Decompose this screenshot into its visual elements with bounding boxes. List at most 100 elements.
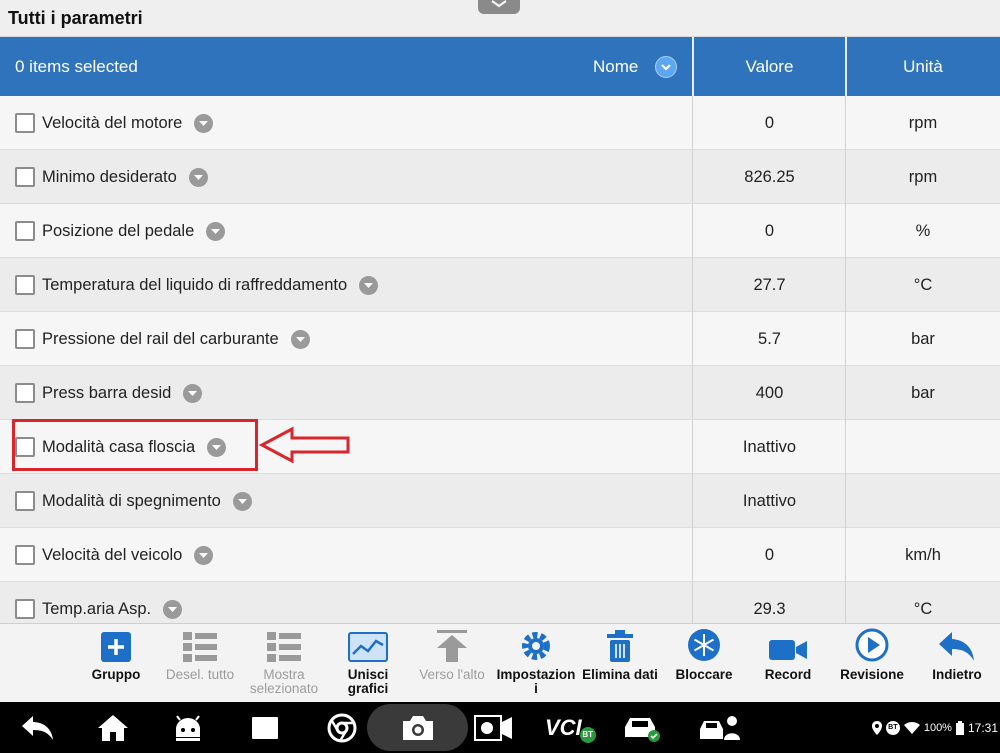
freeze-button[interactable]: Bloccare bbox=[661, 624, 747, 703]
vci-status[interactable]: VCI BT bbox=[545, 702, 596, 753]
row-checkbox[interactable] bbox=[15, 545, 35, 565]
bottom-toolbar: Gruppo Desel. tutto Mostra selezionato Un… bbox=[0, 623, 1000, 702]
show-selected-button[interactable]: Mostra selezionato bbox=[241, 624, 327, 703]
table-row[interactable]: Velocità del motore 0 rpm bbox=[0, 96, 1000, 150]
freeze-label: Bloccare bbox=[675, 667, 733, 682]
move-up-button[interactable]: Verso l'alto bbox=[409, 624, 495, 703]
table-row[interactable]: Modalità di spegnimento Inattivo bbox=[0, 474, 1000, 528]
parameter-list[interactable]: Velocità del motore 0 rpm Minimo desider… bbox=[0, 96, 1000, 623]
settings-button[interactable]: Impostazion i bbox=[493, 624, 579, 703]
screen-record-icon bbox=[474, 714, 512, 741]
back-button[interactable]: Indietro bbox=[914, 624, 1000, 703]
clear-data-button[interactable]: Elimina dati bbox=[577, 624, 663, 703]
table-row[interactable]: Temp.aria Asp. 29.3 °C bbox=[0, 582, 1000, 623]
review-button[interactable]: Revisione bbox=[829, 624, 915, 703]
column-header-value: Valore bbox=[745, 56, 794, 76]
snowflake-icon bbox=[688, 629, 720, 661]
parameter-unit: rpm bbox=[908, 167, 938, 186]
screen-record-button[interactable] bbox=[472, 702, 516, 753]
expand-info-icon[interactable] bbox=[188, 167, 208, 187]
camera-button[interactable] bbox=[398, 702, 438, 753]
expand-info-icon[interactable] bbox=[206, 221, 226, 241]
expand-info-icon[interactable] bbox=[163, 599, 183, 619]
status-indicators: BT 100% 17:31 bbox=[871, 702, 1000, 753]
car-check-icon bbox=[625, 717, 660, 742]
parameter-name: Minimo desiderato bbox=[42, 150, 208, 204]
column-header-name[interactable]: Nome bbox=[593, 37, 638, 96]
expand-info-icon[interactable] bbox=[194, 113, 214, 133]
browser-button[interactable] bbox=[322, 702, 362, 753]
move-up-label: Verso l'alto bbox=[419, 667, 485, 682]
android-icon bbox=[176, 714, 200, 741]
row-checkbox[interactable] bbox=[15, 491, 35, 511]
system-back-button[interactable] bbox=[18, 702, 58, 753]
table-row[interactable]: Velocità del veicolo 0 km/h bbox=[0, 528, 1000, 582]
system-home-button[interactable] bbox=[93, 702, 133, 753]
battery-icon bbox=[955, 720, 964, 735]
move-to-top-icon bbox=[437, 630, 467, 662]
parameter-label: Posizione del pedale bbox=[42, 221, 195, 240]
recent-apps-button[interactable] bbox=[245, 702, 285, 753]
remote-expert-button[interactable] bbox=[698, 702, 742, 753]
table-header: 0 items selected Nome Valore Unità bbox=[0, 37, 1000, 96]
vci-bt-badge: BT bbox=[579, 726, 596, 743]
back-arrow-icon bbox=[939, 632, 974, 661]
parameter-name: Pressione del rail del carburante bbox=[42, 312, 310, 366]
table-row[interactable]: Press barra desid 400 bar bbox=[0, 366, 1000, 420]
back-icon bbox=[22, 715, 53, 740]
parameter-unit: °C bbox=[913, 275, 933, 294]
settings-label: Impostazion bbox=[496, 667, 576, 682]
play-icon bbox=[855, 628, 889, 662]
table-row[interactable]: Temperatura del liquido di raffreddament… bbox=[0, 258, 1000, 312]
row-checkbox[interactable] bbox=[15, 329, 35, 349]
android-app-button[interactable] bbox=[168, 702, 208, 753]
row-checkbox[interactable] bbox=[15, 167, 35, 187]
parameter-name: Press barra desid bbox=[42, 366, 203, 420]
parameter-label: Temp.aria Asp. bbox=[42, 599, 152, 618]
merge-graphs-button[interactable]: Unisci grafici bbox=[325, 624, 411, 703]
vehicle-connected-button[interactable] bbox=[620, 702, 664, 753]
pull-down-handle[interactable] bbox=[478, 0, 520, 14]
parameter-name: Modalità di spegnimento bbox=[42, 474, 252, 528]
highlight-annotation-box bbox=[12, 419, 258, 471]
parameter-unit: rpm bbox=[908, 113, 938, 132]
row-checkbox[interactable] bbox=[15, 221, 35, 241]
show-selected-label: Mostra bbox=[263, 667, 305, 682]
expand-info-icon[interactable] bbox=[359, 275, 379, 295]
expand-info-icon[interactable] bbox=[290, 329, 310, 349]
group-label: Gruppo bbox=[91, 667, 141, 682]
chrome-icon bbox=[327, 713, 357, 742]
selection-count: 0 items selected bbox=[15, 56, 138, 76]
deselect-all-button[interactable]: Desel. tutto bbox=[157, 624, 243, 703]
row-checkbox[interactable] bbox=[15, 275, 35, 295]
merge-graphs-label-2: grafici bbox=[347, 681, 389, 696]
list-uncheck-icon bbox=[183, 632, 217, 662]
expand-info-icon[interactable] bbox=[183, 383, 203, 403]
plus-icon bbox=[101, 632, 131, 662]
sort-toggle-icon[interactable] bbox=[655, 56, 677, 78]
show-selected-label-2: selezionato bbox=[249, 681, 319, 696]
table-row[interactable]: Minimo desiderato 826.25 rpm bbox=[0, 150, 1000, 204]
row-checkbox[interactable] bbox=[15, 383, 35, 403]
row-checkbox[interactable] bbox=[15, 113, 35, 133]
wifi-icon bbox=[903, 721, 920, 734]
car-technician-icon bbox=[700, 715, 740, 740]
parameter-unit: bar bbox=[911, 383, 935, 402]
parameter-unit bbox=[846, 474, 1000, 528]
row-checkbox[interactable] bbox=[15, 599, 35, 619]
table-row[interactable]: Posizione del pedale 0 % bbox=[0, 204, 1000, 258]
battery-percent: 100% bbox=[923, 721, 952, 734]
record-label: Record bbox=[764, 667, 812, 682]
parameter-value: 5.7 bbox=[758, 329, 781, 348]
expand-info-icon[interactable] bbox=[194, 545, 214, 565]
title-bar: Tutti i parametri bbox=[0, 0, 1000, 37]
back-label: Indietro bbox=[932, 667, 982, 682]
expand-info-icon[interactable] bbox=[232, 491, 252, 511]
parameter-name: Temperatura del liquido di raffreddament… bbox=[42, 258, 379, 312]
parameter-unit: °C bbox=[913, 599, 933, 618]
record-button[interactable]: Record bbox=[745, 624, 831, 703]
group-button[interactable]: Gruppo bbox=[73, 624, 159, 703]
clock: 17:31 bbox=[967, 720, 998, 735]
home-icon bbox=[98, 714, 128, 741]
table-row[interactable]: Pressione del rail del carburante 5.7 ba… bbox=[0, 312, 1000, 366]
